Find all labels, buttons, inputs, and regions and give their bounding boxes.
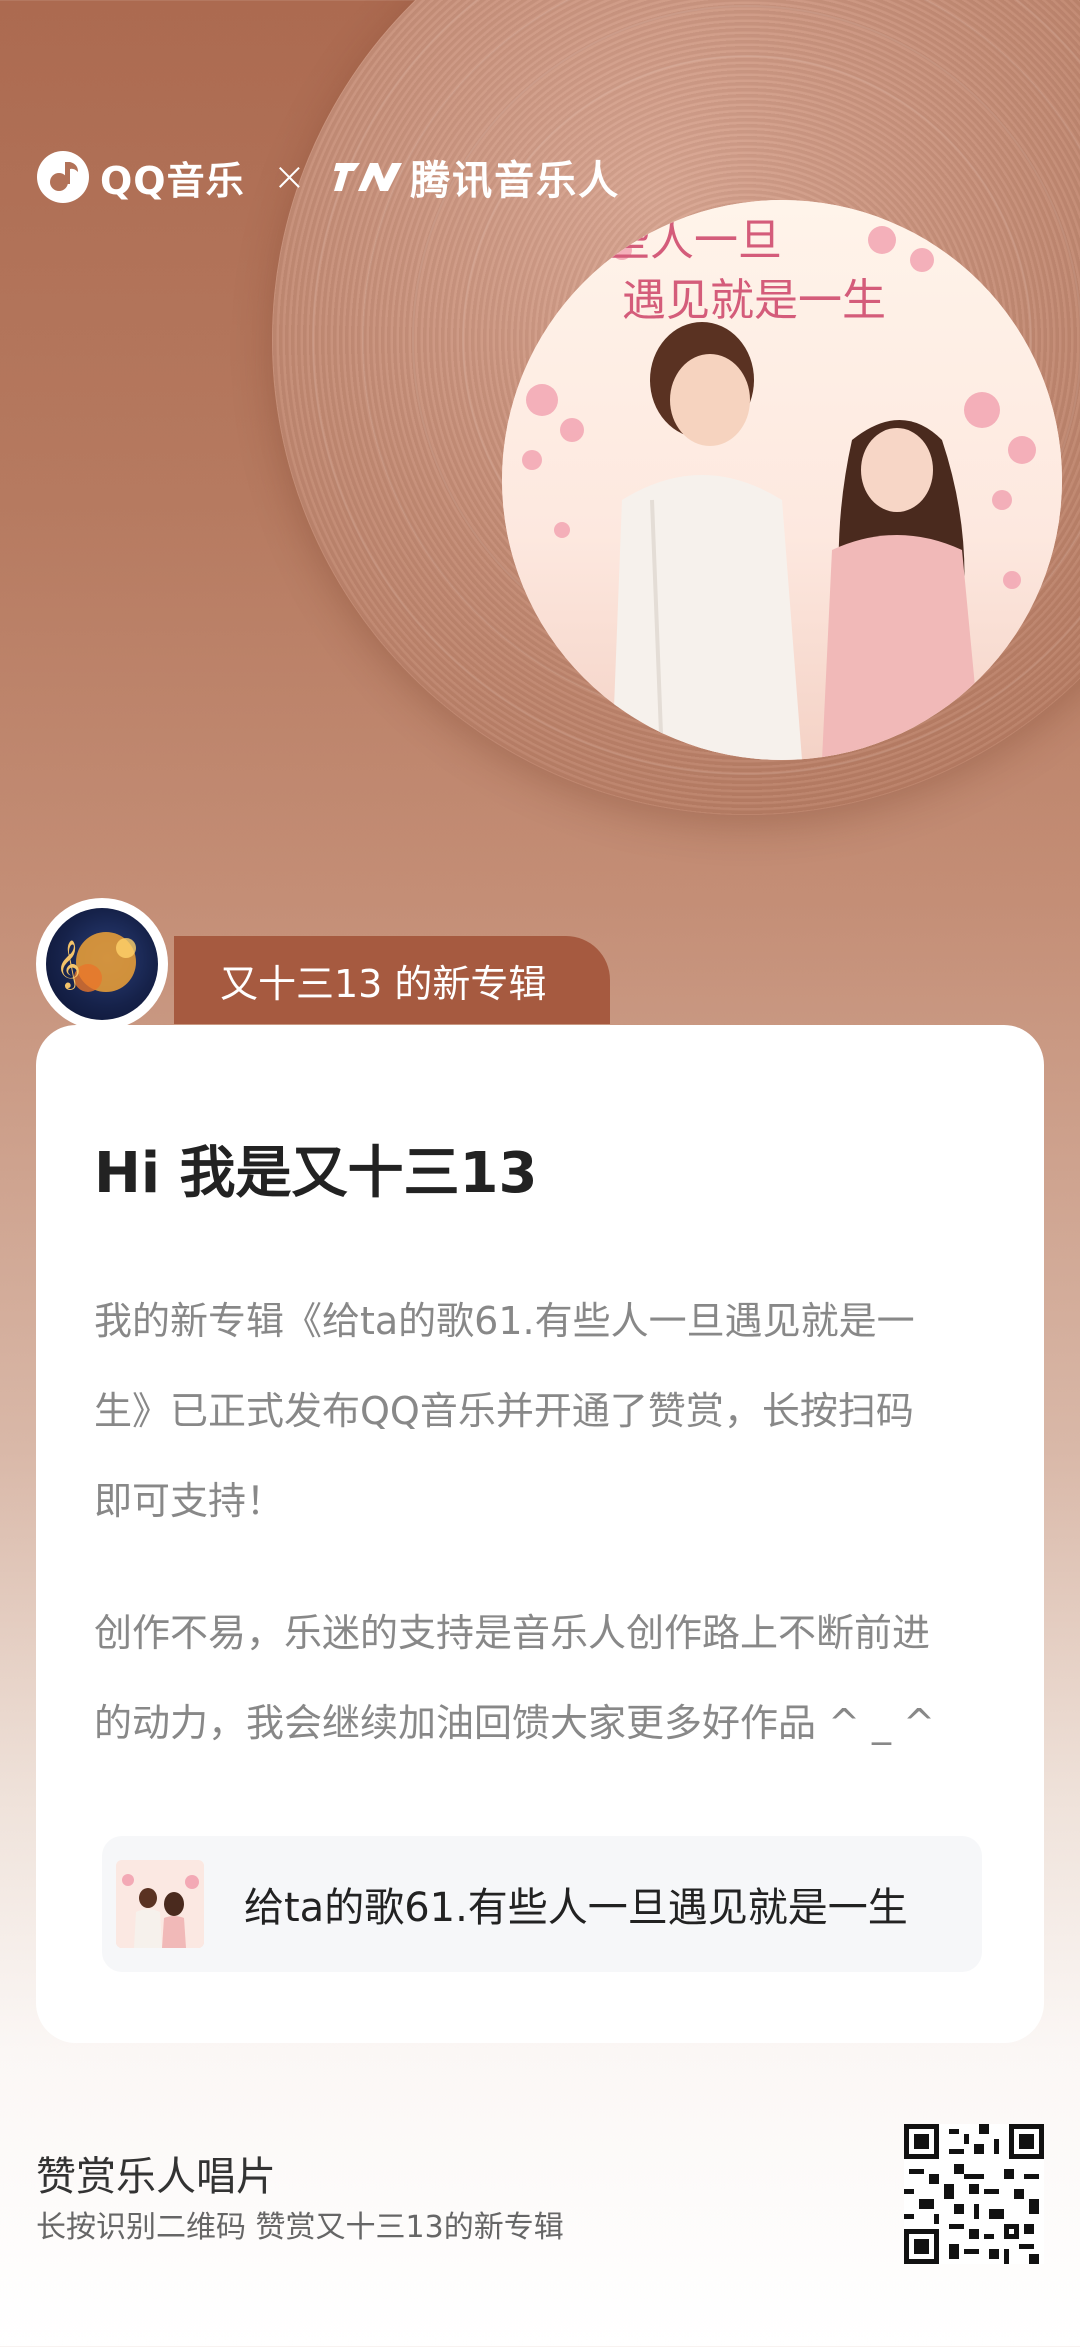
album-name: 给ta的歌61.有些人一旦遇见就是一生	[244, 1885, 908, 1931]
avatar-image: 𝄞	[56, 932, 136, 992]
album-illustration: 有些人一旦 遇见就是一生	[502, 200, 1062, 760]
intro-line: 我的新专辑《给ta的歌61.有些人一旦遇见就是一	[94, 1299, 915, 1343]
qq-music-label: QQ音乐	[100, 158, 245, 203]
qr-code-icon	[904, 2124, 1044, 2264]
footer-subtitle: 长按识别二维码 赞赏又十三13的新专辑	[36, 2210, 564, 2245]
artist-avatar[interactable]: 𝄞	[36, 898, 168, 1030]
thanks-line: 的动力，我会继续加油回馈大家更多好作品 ^ _ ^	[94, 1701, 935, 1745]
cover-title-line2: 遇见就是一生	[622, 275, 886, 326]
thanks-line: 创作不易，乐迷的支持是音乐人创作路上不断前进	[94, 1611, 931, 1655]
album-cover-art: 有些人一旦 遇见就是一生	[502, 200, 1062, 760]
intro-line: 即可支持！	[94, 1479, 285, 1523]
svg-text:𝄞: 𝄞	[56, 939, 81, 990]
tme-logo-icon	[334, 163, 403, 191]
qq-music-logo: QQ音乐	[36, 150, 245, 205]
intro-paragraph: 我的新专辑《给ta的歌61.有些人一旦遇见就是一 生》已正式发布QQ音乐并开通了…	[94, 1276, 994, 1546]
artist-album-tag: 又十三13 的新专辑	[174, 936, 610, 1024]
thanks-paragraph: 创作不易，乐迷的支持是音乐人创作路上不断前进 的动力，我会继续加油回馈大家更多好…	[94, 1588, 994, 1768]
header-logos: QQ音乐 × 腾讯音乐人	[36, 148, 620, 206]
qr-code[interactable]	[904, 2124, 1044, 2264]
times-separator: ×	[272, 154, 307, 200]
qq-music-logo-icon	[37, 151, 89, 203]
footer-title: 赞赏乐人唱片	[36, 2154, 276, 2200]
intro-line: 生》已正式发布QQ音乐并开通了赞赏，长按扫码	[94, 1389, 914, 1433]
vinyl-record: 有些人一旦 遇见就是一生	[272, 0, 1080, 815]
tme-label: 腾讯音乐人	[410, 158, 621, 204]
card-title: Hi 我是又十三13	[94, 1141, 538, 1206]
album-link[interactable]: 给ta的歌61.有些人一旦遇见就是一生	[102, 1836, 982, 1972]
album-thumbnail	[116, 1860, 204, 1948]
